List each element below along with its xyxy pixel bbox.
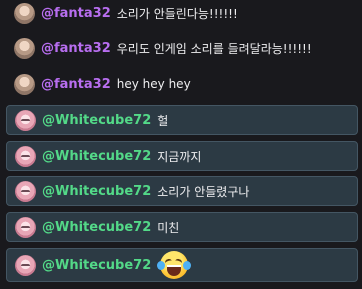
chat-message-text: 우리도 인게임 소리를 들려달라능!!!!!! — [116, 41, 312, 56]
chat-panel: @fanta32 소리가 안들린다능!!!!!! @fanta32 우리도 인게… — [0, 0, 362, 289]
chat-message-highlighted: @Whitecube72 소리가 안들렸구나 — [6, 176, 358, 206]
chat-message-text: 소리가 안들린다능!!!!!! — [116, 6, 238, 21]
chat-username[interactable]: @Whitecube72 — [42, 220, 151, 235]
chat-username[interactable]: @fanta32 — [41, 41, 111, 56]
avatar[interactable] — [15, 216, 36, 238]
chat-username[interactable]: @Whitecube72 — [42, 184, 151, 199]
chat-message-highlighted: @Whitecube72 지금까지 — [6, 141, 358, 171]
chat-username[interactable]: @Whitecube72 — [42, 149, 151, 164]
chat-username[interactable]: @Whitecube72 — [42, 113, 151, 128]
chat-message-highlighted: @Whitecube72 헐 — [6, 105, 358, 135]
avatar[interactable] — [14, 37, 35, 59]
avatar[interactable] — [14, 2, 35, 24]
chat-message-highlighted: @Whitecube72 — [6, 248, 358, 282]
chat-message: @fanta32 hey hey hey — [0, 71, 362, 97]
avatar[interactable] — [15, 145, 36, 167]
chat-message-text: 헐 — [157, 113, 169, 128]
avatar[interactable] — [14, 73, 35, 95]
chat-message: @fanta32 우리도 인게임 소리를 들려달라능!!!!!! — [0, 35, 362, 61]
avatar[interactable] — [15, 109, 36, 131]
face-with-tears-of-joy-icon[interactable] — [157, 251, 192, 279]
avatar[interactable] — [15, 254, 36, 276]
chat-message-text: 소리가 안들렸구나 — [157, 184, 250, 199]
chat-username[interactable]: @Whitecube72 — [42, 258, 151, 273]
chat-message-text: 미친 — [157, 220, 180, 235]
chat-username[interactable]: @fanta32 — [41, 77, 111, 92]
avatar[interactable] — [15, 180, 36, 202]
chat-message-highlighted: @Whitecube72 미친 — [6, 212, 358, 242]
chat-message: @fanta32 소리가 안들린다능!!!!!! — [0, 0, 362, 26]
chat-username[interactable]: @fanta32 — [41, 6, 111, 21]
chat-message-text: 지금까지 — [157, 149, 202, 164]
chat-message-text: hey hey hey — [116, 77, 191, 91]
